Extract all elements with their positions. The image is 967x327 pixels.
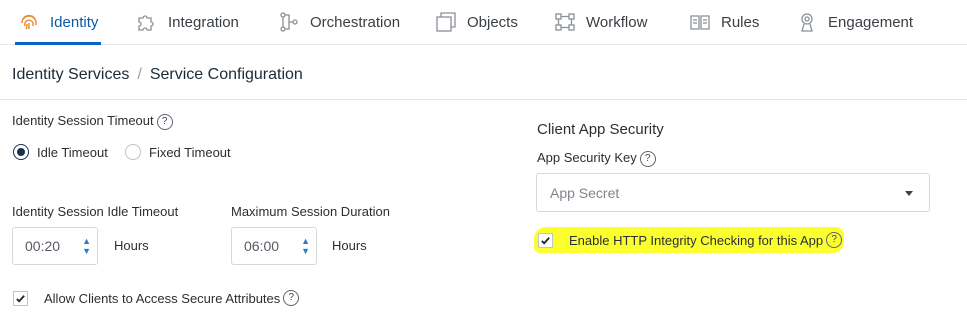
fingerprint-icon: [18, 11, 40, 33]
session-timeout-label: Identity Session Timeout?: [12, 113, 173, 130]
tab-label: Objects: [467, 13, 518, 31]
app-security-key-select[interactable]: App Secret: [536, 173, 930, 212]
max-duration-label: Maximum Session Duration: [231, 204, 390, 219]
app-security-key-label: App Security Key?: [537, 150, 656, 167]
radio-label: Idle Timeout: [37, 144, 108, 160]
session-timeout-text: Identity Session Timeout: [12, 113, 154, 128]
stepper-arrows[interactable]: ▲ ▼: [82, 236, 91, 256]
client-app-security-heading: Client App Security: [537, 121, 664, 138]
objects-icon: [435, 11, 457, 33]
tab-identity[interactable]: Identity: [14, 0, 102, 45]
stepper-arrows[interactable]: ▲ ▼: [301, 236, 310, 256]
breadcrumb-root[interactable]: Identity Services: [12, 66, 129, 83]
help-icon[interactable]: ?: [156, 113, 173, 130]
http-integrity-checking[interactable]: Enable HTTP Integrity Checking for this …: [538, 232, 843, 248]
chevron-up-icon[interactable]: ▲: [82, 236, 91, 246]
breadcrumb: Identity Services / Service Configuration: [12, 66, 303, 84]
max-duration-value: 06:00: [244, 238, 280, 254]
radio-button[interactable]: [125, 144, 141, 160]
tab-label: Rules: [721, 13, 760, 31]
puzzle-icon: [136, 11, 158, 33]
select-placeholder: App Secret: [550, 184, 620, 201]
allow-secure-attributes[interactable]: Allow Clients to Access Secure Attribute…: [13, 290, 300, 306]
help-icon[interactable]: ?: [826, 232, 843, 248]
engagement-icon: [796, 11, 818, 33]
radio-fixed-timeout[interactable]: Fixed Timeout: [125, 144, 231, 160]
idle-timeout-stepper[interactable]: 00:20 ▲ ▼: [12, 227, 98, 265]
tab-objects[interactable]: Objects: [435, 0, 518, 44]
orchestration-icon: [278, 11, 300, 33]
tab-integration[interactable]: Integration: [136, 0, 239, 44]
rules-icon: [689, 11, 711, 33]
divider: [0, 99, 967, 100]
checkbox[interactable]: [538, 232, 553, 248]
idle-timeout-unit: Hours: [114, 238, 149, 253]
radio-idle-timeout[interactable]: Idle Timeout: [13, 144, 108, 160]
checkbox[interactable]: [13, 290, 28, 306]
tab-label: Workflow: [586, 13, 648, 31]
tab-orchestration[interactable]: Orchestration: [278, 0, 400, 44]
tab-rules[interactable]: Rules: [689, 0, 759, 44]
checkbox-label: Allow Clients to Access Secure Attribute…: [44, 290, 281, 306]
help-icon[interactable]: ?: [283, 290, 300, 306]
tab-workflow[interactable]: Workflow: [554, 0, 647, 44]
chevron-down-icon[interactable]: ▼: [301, 246, 310, 256]
tab-label: Integration: [168, 13, 239, 31]
chevron-down-icon[interactable]: ▼: [82, 246, 91, 256]
checkbox-label: Enable HTTP Integrity Checking for this …: [569, 232, 824, 248]
idle-timeout-value: 00:20: [25, 238, 61, 254]
tab-label: Identity: [50, 13, 99, 31]
max-duration-stepper[interactable]: 06:00 ▲ ▼: [231, 227, 317, 265]
chevron-up-icon[interactable]: ▲: [301, 236, 310, 246]
idle-timeout-label: Identity Session Idle Timeout: [12, 204, 179, 219]
app-security-key-text: App Security Key: [537, 150, 637, 165]
tab-label: Orchestration: [310, 13, 401, 31]
radio-label: Fixed Timeout: [149, 144, 231, 160]
radio-button[interactable]: [13, 144, 29, 160]
breadcrumb-separator: /: [137, 66, 142, 83]
top-nav-tabs: Identity Integration Orchestration Objec…: [0, 0, 967, 45]
tab-label: Engagement: [828, 13, 914, 31]
breadcrumb-current: Service Configuration: [149, 66, 303, 83]
caret-down-icon[interactable]: [905, 191, 913, 196]
help-icon[interactable]: ?: [639, 150, 656, 167]
workflow-icon: [554, 11, 576, 33]
tab-engagement[interactable]: Engagement: [796, 0, 913, 44]
max-duration-unit: Hours: [332, 238, 367, 253]
